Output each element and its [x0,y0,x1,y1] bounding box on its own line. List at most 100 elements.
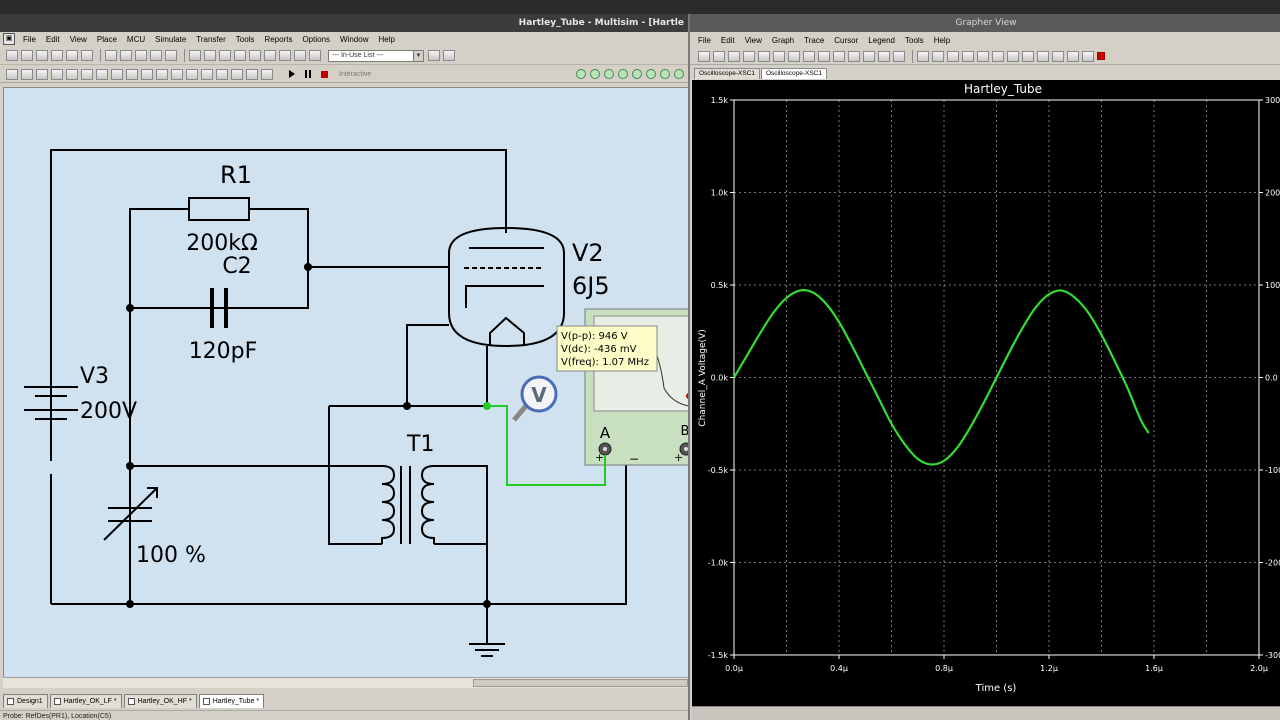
zoom-area-icon[interactable] [234,50,246,61]
grapher-tab-oscilloscope-2[interactable]: Oscilloscope-XSC1 [761,68,827,79]
zoom-in-icon[interactable] [204,50,216,61]
help-icon[interactable] [443,50,455,61]
zoom-full-icon[interactable] [992,50,1004,62]
properties-icon[interactable] [788,50,800,62]
trace-icon[interactable] [893,50,905,62]
horizontal-scrollbar[interactable] [3,677,688,688]
grapher-menu-trace[interactable]: Trace [799,36,829,45]
probe-icon[interactable] [632,69,642,79]
open-folder-icon[interactable] [21,50,33,61]
grapher-scrollbar[interactable] [692,706,1280,720]
place-indicator-icon[interactable] [141,68,153,80]
probe-icon[interactable] [604,69,614,79]
vacuum-tube-v2[interactable] [448,226,565,386]
menu-view[interactable]: View [65,35,92,44]
probe-icon[interactable] [646,69,656,79]
r1-value[interactable]: 200kΩ [186,231,258,256]
v3-value[interactable]: 200V [80,399,137,424]
channel-a-trace[interactable] [733,289,1150,466]
resistor-r1[interactable] [188,197,250,221]
copy-icon[interactable] [758,50,770,62]
export-icon[interactable] [1052,50,1064,62]
probe-icon[interactable] [674,69,684,79]
database-icon[interactable] [294,50,306,61]
pot-value[interactable]: 100 % [136,543,206,568]
hierarchical-block-icon[interactable] [246,68,258,80]
place-ttl-icon[interactable] [81,68,93,80]
grapher-menu-edit[interactable]: Edit [716,36,740,45]
zoom-x-icon[interactable] [947,50,959,62]
v2-model[interactable]: 6J5 [572,272,610,300]
tab-hartley-tube[interactable]: Hartley_Tube * [198,694,265,708]
redo-icon[interactable] [165,50,177,61]
tab-hartley-ok-lf[interactable]: Hartley_OK_LF * [49,694,122,708]
v2-refdes[interactable]: V2 [572,239,604,267]
menu-tools[interactable]: Tools [231,35,260,44]
scrollbar-thumb[interactable] [473,679,688,687]
menu-transfer[interactable]: Transfer [191,35,231,44]
menu-help[interactable]: Help [373,35,399,44]
menu-place[interactable]: Place [92,35,122,44]
menu-reports[interactable]: Reports [259,35,297,44]
zoom-fit-icon[interactable] [977,50,989,62]
tab-design1[interactable]: Design1 [3,694,48,708]
undo-icon[interactable] [150,50,162,61]
tab-hartley-ok-hf[interactable]: Hartley_OK_HF * [123,694,197,708]
zoom-y-icon[interactable] [962,50,974,62]
print-preview-icon[interactable] [81,50,93,61]
zoom-out-icon[interactable] [932,50,944,62]
legend-icon[interactable] [818,50,830,62]
grapher-tab-oscilloscope-1[interactable]: Oscilloscope-XSC1 [694,68,760,79]
print-icon[interactable] [66,50,78,61]
grid-icon[interactable] [803,50,815,62]
in-use-list-dropdown[interactable]: --- In-Use List --- ▼ [328,49,424,62]
menu-options[interactable]: Options [297,35,335,44]
save-icon[interactable] [51,50,63,61]
toggle-fullscreen-icon[interactable] [189,50,201,61]
place-misc-digital-icon[interactable] [111,68,123,80]
zoom-in-icon[interactable] [917,50,929,62]
undo-icon[interactable] [728,50,740,62]
menu-simulate[interactable]: Simulate [150,35,191,44]
design-toolbox-icon[interactable] [264,50,276,61]
open-folder-icon[interactable] [698,50,710,62]
cursor-icon[interactable] [848,50,860,62]
trace-icon[interactable] [878,50,890,62]
grapher-menu-tools[interactable]: Tools [900,36,929,45]
paste-icon[interactable] [135,50,147,61]
run-simulation-icon[interactable] [289,70,295,78]
menu-file[interactable]: File [18,35,41,44]
place-diode-icon[interactable] [36,68,48,80]
place-mixed-icon[interactable] [126,68,138,80]
grapher-menu-cursor[interactable]: Cursor [829,36,863,45]
grapher-menu-help[interactable]: Help [929,36,955,45]
new-file-icon[interactable] [6,50,18,61]
menu-window[interactable]: Window [335,35,373,44]
place-transistor-icon[interactable] [51,68,63,80]
menu-edit[interactable]: Edit [41,35,65,44]
v3-refdes[interactable]: V3 [80,364,109,389]
copy-icon[interactable] [120,50,132,61]
schematic-canvas[interactable]: A B + − + V V(p-p): 946 V V(dc): -436 m [3,87,688,677]
place-analog-icon[interactable] [66,68,78,80]
c2-refdes[interactable]: C2 [222,254,251,279]
spreadsheet-icon[interactable] [279,50,291,61]
grapher-menu-view[interactable]: View [740,36,767,45]
place-power-icon[interactable] [156,68,168,80]
graph-plot-area[interactable]: Hartley_Tube 1.5k 1.0k 0.5k 0.0k -0.5k -1.0k -… [692,80,1280,706]
probe-icon[interactable] [618,69,628,79]
cut-icon[interactable] [105,50,117,61]
save-icon[interactable] [713,50,725,62]
cursor-icon[interactable] [833,50,845,62]
chevron-down-icon[interactable]: ▼ [413,50,423,61]
grapher-menu-file[interactable]: File [693,36,716,45]
zoom-sheet-icon[interactable] [249,50,261,61]
interactive-mode-label[interactable]: Interactive [339,71,371,78]
probe-icon[interactable] [660,69,670,79]
paste-icon[interactable] [773,50,785,62]
cut-icon[interactable] [743,50,755,62]
multisim-icon[interactable]: ▣ [3,33,15,45]
place-electromech-icon[interactable] [216,68,228,80]
stop-simulation-icon[interactable] [321,70,328,78]
menu-mcu[interactable]: MCU [122,35,150,44]
